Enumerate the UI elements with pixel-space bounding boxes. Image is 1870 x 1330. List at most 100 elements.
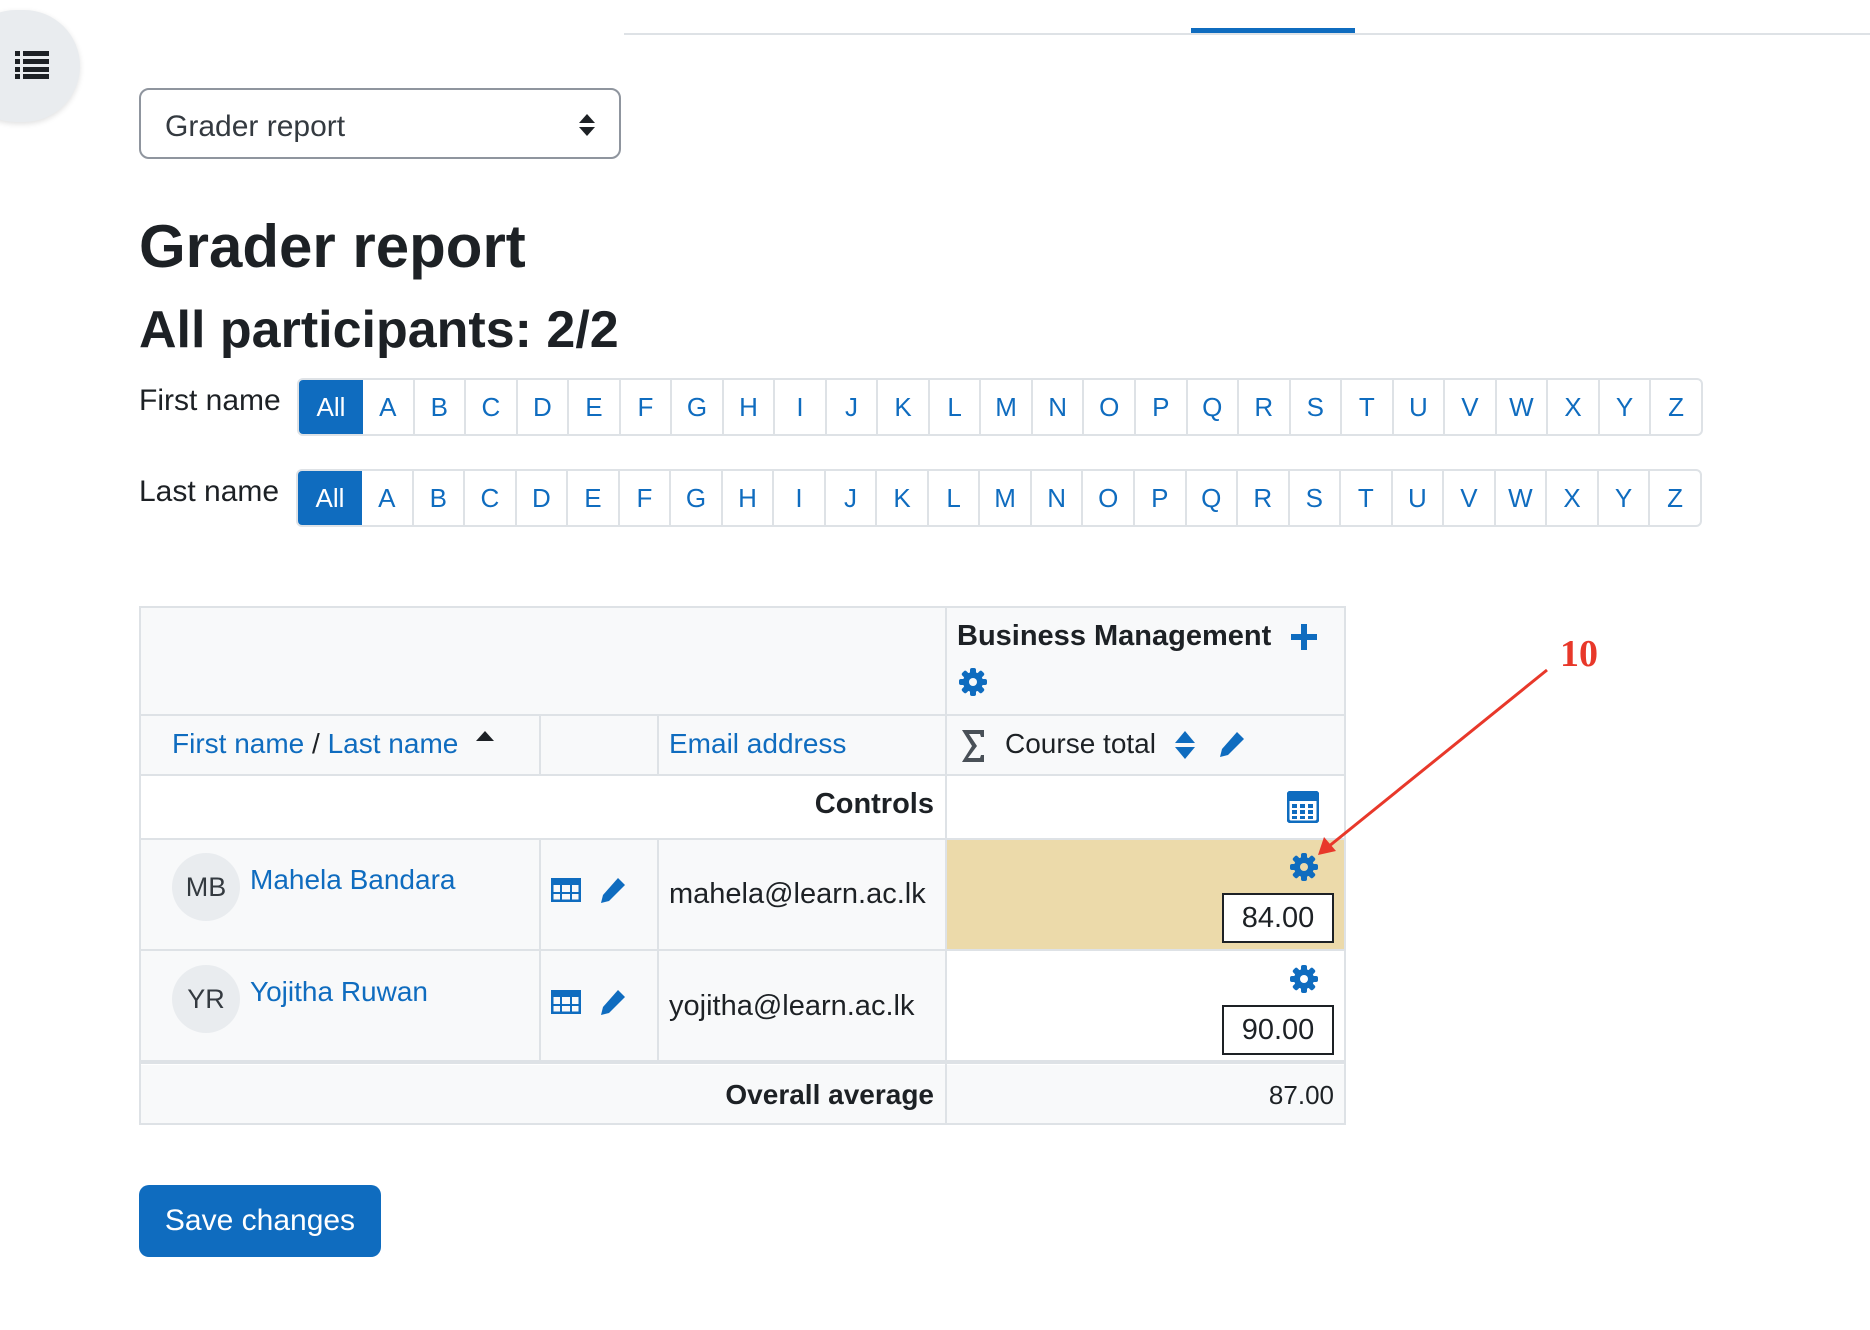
page-title: Grader report [139,213,526,280]
grader-table: Business Management First name / Last na… [139,606,1346,1125]
first-initial-k[interactable]: K [878,380,930,434]
first-initial-u[interactable]: U [1394,380,1446,434]
sort-arrows-icon[interactable] [1175,731,1195,759]
last-initial-l[interactable]: L [929,471,981,525]
table-line [139,949,1346,951]
last-initial-k[interactable]: K [877,471,929,525]
last-initial-x[interactable]: X [1547,471,1599,525]
last-initial-i[interactable]: I [774,471,826,525]
participants-heading: All participants: 2/2 [139,301,619,359]
avatar: MB [172,853,240,921]
first-initial-w[interactable]: W [1497,380,1549,434]
course-index-toggle[interactable] [0,10,80,122]
last-initial-v[interactable]: V [1444,471,1496,525]
first-name-initials-bar: All A B C D E F G H I J K L M N O P Q R S T U V W X Y Z [297,378,1703,436]
last-initial-c[interactable]: C [465,471,517,525]
last-initial-f[interactable]: F [620,471,672,525]
course-total-label: Course total [1005,728,1156,759]
first-initial-a[interactable]: A [363,380,415,434]
first-initial-y[interactable]: Y [1600,380,1652,434]
save-changes-button[interactable]: Save changes [139,1185,381,1257]
pencil-icon[interactable] [599,876,627,904]
first-initial-q[interactable]: Q [1188,380,1240,434]
table-border-top [139,606,1346,608]
category-name: Business Management [957,620,1272,652]
table-icon[interactable] [551,878,581,902]
first-initial-j[interactable]: J [827,380,879,434]
sort-arrows-icon [579,114,595,136]
table-line [945,606,947,1125]
last-initial-s[interactable]: S [1290,471,1342,525]
last-initial-e[interactable]: E [568,471,620,525]
last-name-initials-bar: All A B C D E F G H I J K L M N O P Q R S T U V W X Y Z [296,469,1702,527]
first-initial-x[interactable]: X [1548,380,1600,434]
last-initial-h[interactable]: H [723,471,775,525]
last-initial-b[interactable]: B [414,471,466,525]
first-initial-z[interactable]: Z [1651,380,1701,434]
sort-first-name-link[interactable]: First name [172,728,304,759]
grade-input[interactable]: 84.00 [1222,893,1334,943]
sort-last-name-link[interactable]: Last name [328,728,459,759]
table-icon[interactable] [551,990,581,1014]
table-line [539,838,541,1060]
first-initial-m[interactable]: M [981,380,1033,434]
last-initial-q[interactable]: Q [1187,471,1239,525]
table-line [139,1060,1346,1064]
first-initial-e[interactable]: E [569,380,621,434]
last-initial-m[interactable]: M [980,471,1032,525]
pencil-icon[interactable] [599,988,627,1016]
table-line [657,838,659,1060]
table-line [139,838,1346,840]
first-initial-n[interactable]: N [1033,380,1085,434]
last-initial-all[interactable]: All [298,471,362,525]
last-initial-u[interactable]: U [1393,471,1445,525]
first-initial-g[interactable]: G [672,380,724,434]
last-initial-p[interactable]: P [1135,471,1187,525]
avatar: YR [172,965,240,1033]
table-border-left [139,606,141,1125]
table-border-bottom [139,1123,1346,1125]
first-initial-i[interactable]: I [775,380,827,434]
last-initial-j[interactable]: J [826,471,878,525]
first-initial-c[interactable]: C [466,380,518,434]
first-initial-b[interactable]: B [415,380,467,434]
last-initial-n[interactable]: N [1032,471,1084,525]
overall-average-label: Overall average [725,1079,934,1110]
report-select-value: Grader report [165,110,346,143]
first-initial-l[interactable]: L [930,380,982,434]
table-line [539,714,541,774]
grade-input[interactable]: 90.00 [1222,1005,1334,1055]
gear-icon[interactable] [1290,965,1318,993]
last-initial-g[interactable]: G [671,471,723,525]
first-initial-h[interactable]: H [724,380,776,434]
first-initial-d[interactable]: D [518,380,570,434]
sort-email-link[interactable]: Email address [669,728,846,760]
last-initial-o[interactable]: O [1083,471,1135,525]
plus-icon[interactable] [1291,624,1317,650]
last-initial-y[interactable]: Y [1599,471,1651,525]
active-tab-indicator [1191,28,1355,33]
list-icon [15,51,49,79]
last-initial-a[interactable]: A [362,471,414,525]
last-initial-d[interactable]: D [517,471,569,525]
first-initial-f[interactable]: F [621,380,673,434]
pencil-icon[interactable] [1218,730,1246,758]
last-initial-w[interactable]: W [1496,471,1548,525]
last-initial-r[interactable]: R [1238,471,1290,525]
last-initial-z[interactable]: Z [1650,471,1700,525]
first-initial-p[interactable]: P [1136,380,1188,434]
annotation-arrow [1318,668,1548,855]
user-name-link[interactable]: Yojitha Ruwan [250,976,428,1008]
first-initial-o[interactable]: O [1084,380,1136,434]
controls-label: Controls [814,788,934,820]
gear-icon[interactable] [959,668,987,696]
first-initial-s[interactable]: S [1291,380,1343,434]
report-select[interactable]: Grader report [139,88,621,159]
first-initial-t[interactable]: T [1342,380,1394,434]
user-name-link[interactable]: Mahela Bandara [250,864,455,896]
first-initial-r[interactable]: R [1239,380,1291,434]
last-initial-t[interactable]: T [1341,471,1393,525]
first-initial-all[interactable]: All [299,380,363,434]
first-name-filter-label: First name [139,384,281,417]
first-initial-v[interactable]: V [1445,380,1497,434]
